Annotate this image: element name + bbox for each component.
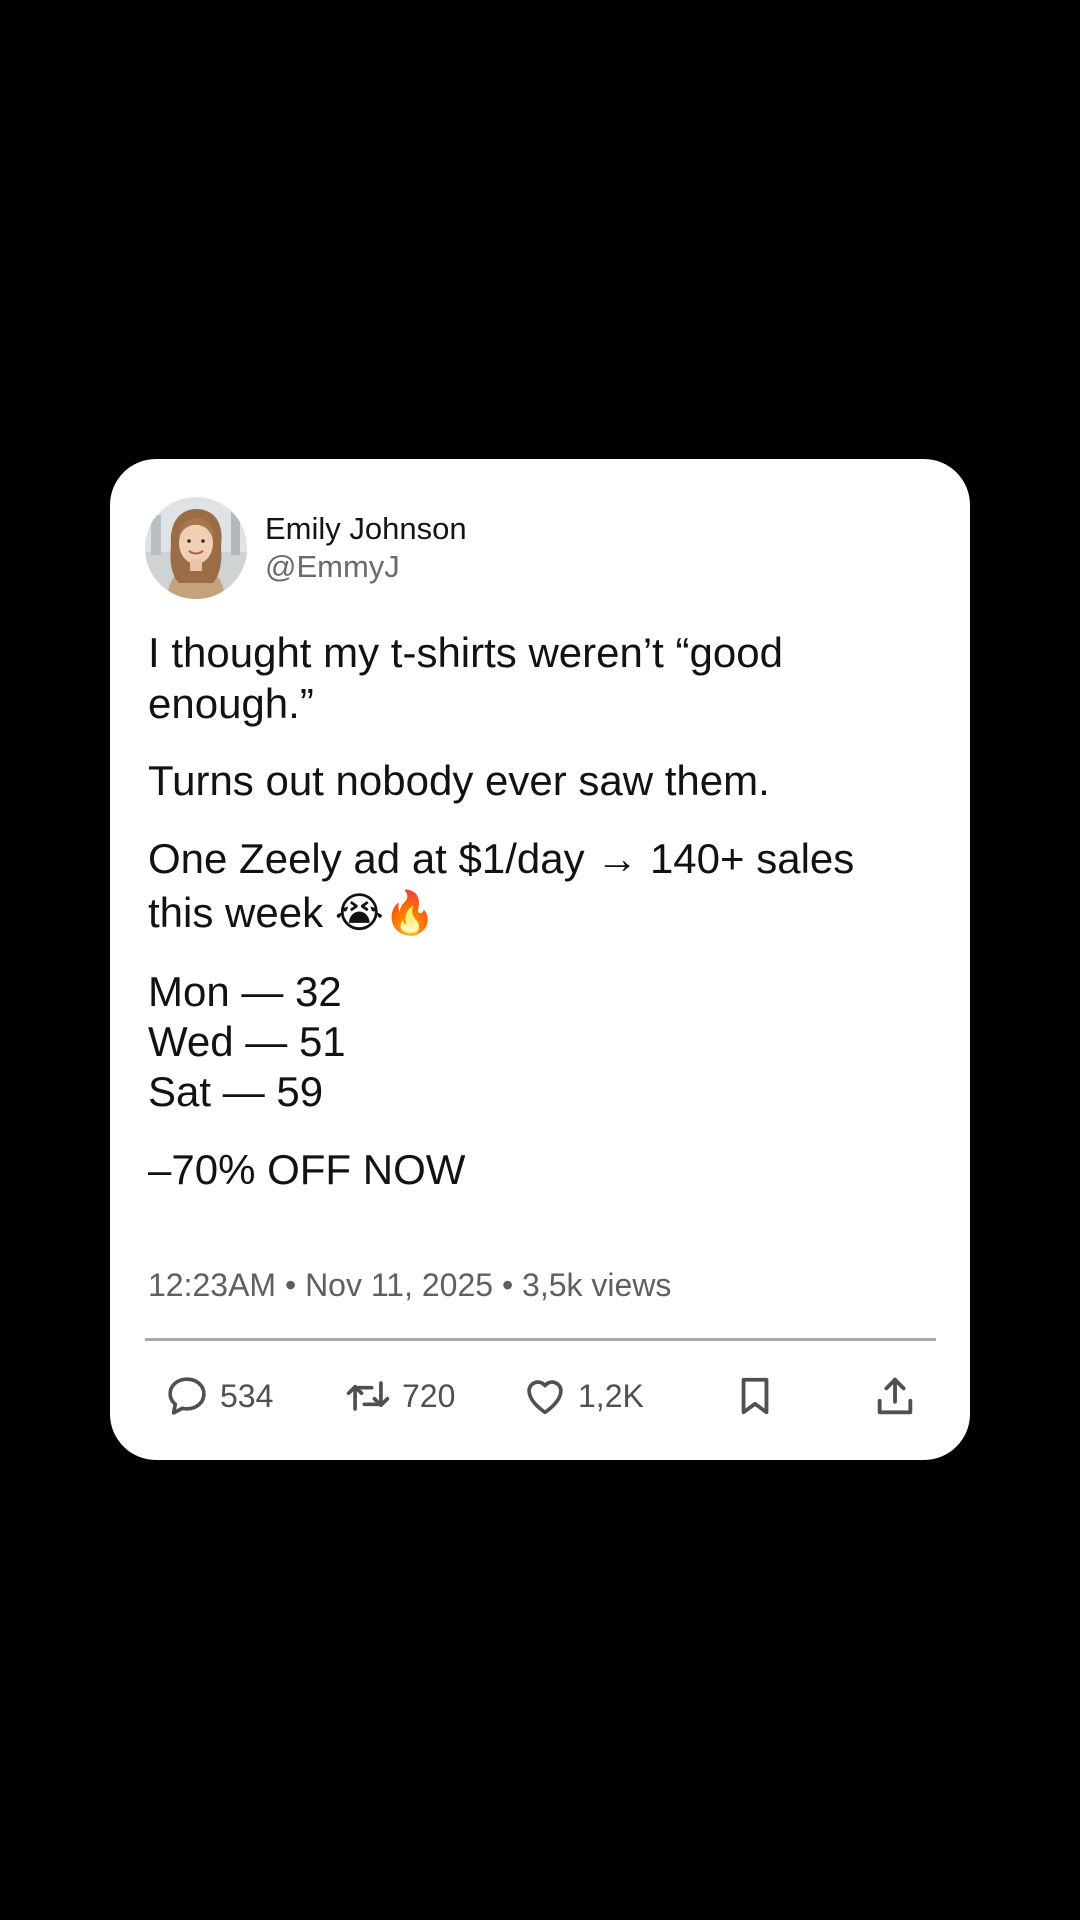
reply-bubble-icon: [164, 1373, 210, 1419]
stat-line: Mon — 32: [148, 968, 342, 1015]
share-icon: [872, 1373, 918, 1419]
repost-button[interactable]: 720: [344, 1371, 455, 1421]
author-handle[interactable]: @EmmyJ: [265, 548, 467, 586]
reply-count: 534: [220, 1378, 274, 1414]
repost-count: 720: [402, 1378, 456, 1414]
share-button[interactable]: [872, 1371, 918, 1421]
reply-button[interactable]: 534: [164, 1371, 273, 1421]
repost-icon: [344, 1373, 392, 1419]
like-count: 1,2K: [578, 1378, 644, 1414]
post-paragraph: Turns out nobody ever saw them.: [148, 757, 770, 804]
heart-icon: [522, 1373, 568, 1419]
like-button[interactable]: 1,2K: [522, 1371, 644, 1421]
post-card: Emily Johnson @EmmyJ I thought my t-shir…: [110, 459, 970, 1460]
promo-line: –70% OFF NOW: [148, 1146, 466, 1193]
author-names: Emily Johnson @EmmyJ: [265, 510, 467, 586]
bookmark-button[interactable]: [734, 1371, 776, 1421]
post-header: Emily Johnson @EmmyJ: [145, 497, 467, 599]
stat-line: Sat — 59: [148, 1068, 324, 1115]
avatar[interactable]: [145, 497, 247, 599]
stat-line: Wed — 51: [148, 1018, 346, 1065]
sales-stats: Mon — 32 Wed — 51 Sat — 59: [148, 967, 928, 1117]
divider: [145, 1338, 936, 1341]
action-bar: 534 720 1,2K: [110, 1371, 970, 1421]
post-meta: 12:23AM • Nov 11, 2025 • 3,5k views: [148, 1267, 672, 1303]
bookmark-icon: [734, 1373, 776, 1419]
post-body: I thought my t-shirts weren’t “good enou…: [148, 627, 928, 1195]
post-paragraph: I thought my t-shirts weren’t “good enou…: [148, 629, 783, 727]
post-paragraph: One Zeely ad at $1/day → 140+ sales this…: [148, 835, 855, 936]
author-display-name[interactable]: Emily Johnson: [265, 510, 467, 548]
